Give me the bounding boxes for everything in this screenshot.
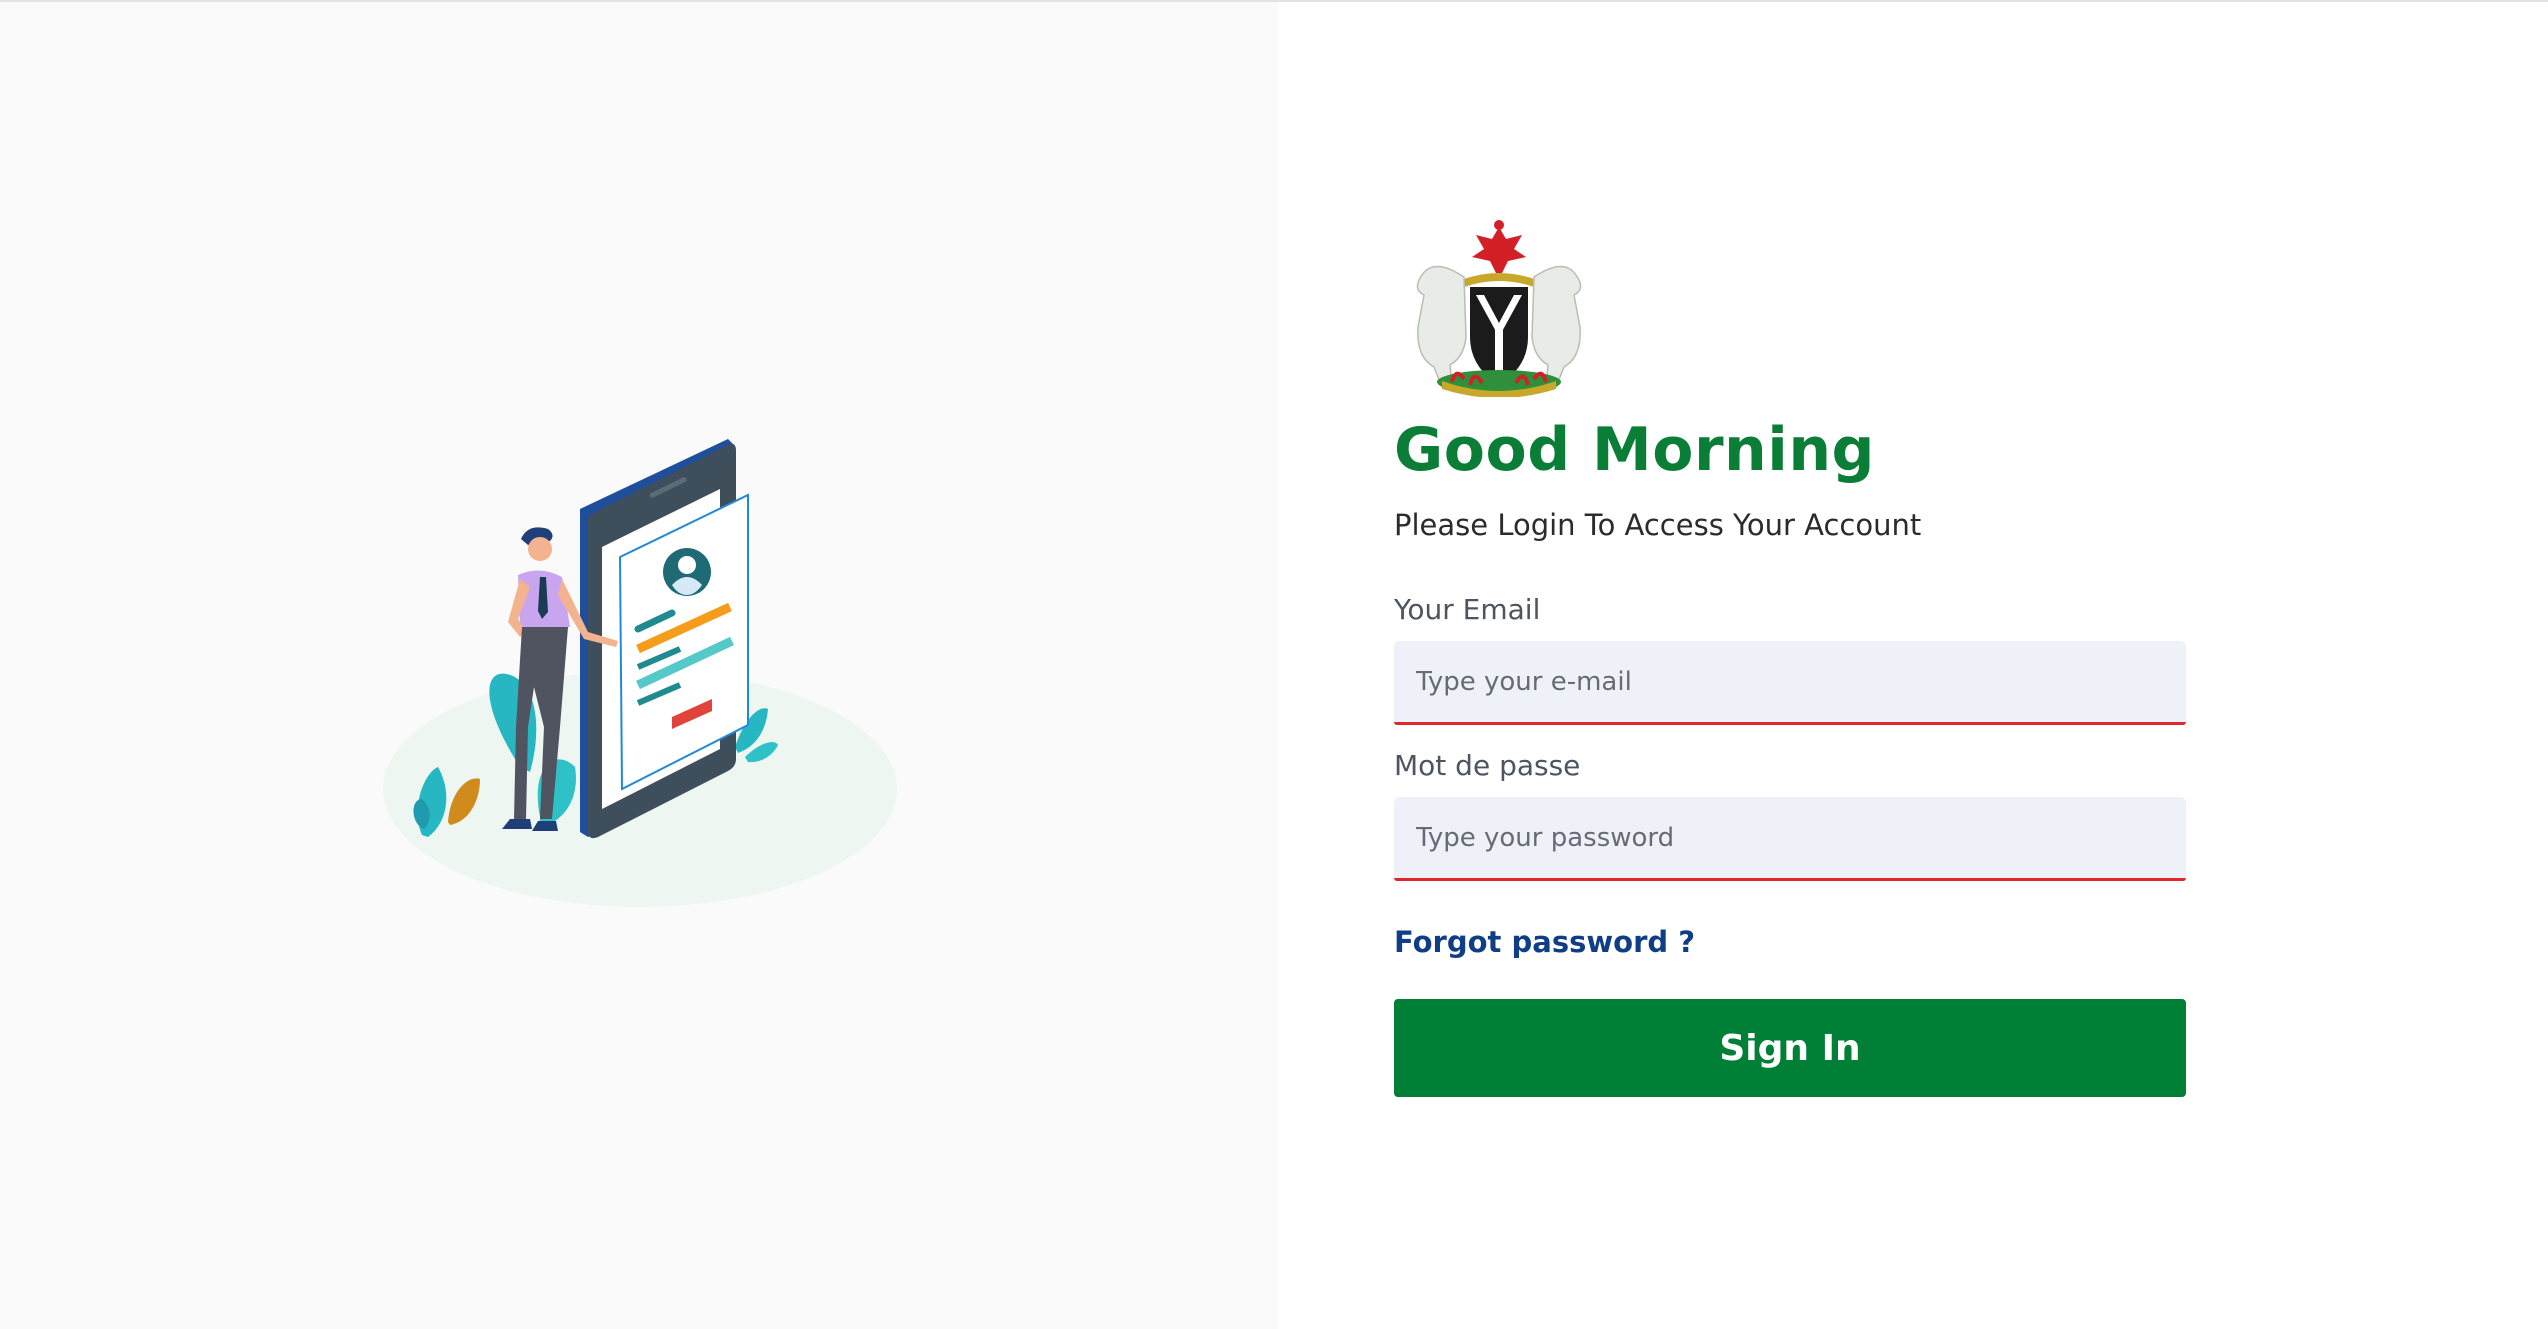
login-panel: Good Morning Please Login To Access Your…	[1278, 2, 2548, 1329]
email-field[interactable]	[1394, 641, 2186, 725]
login-form: Good Morning Please Login To Access Your…	[1394, 217, 2186, 1097]
person-head	[528, 537, 552, 561]
email-label: Your Email	[1394, 593, 1541, 626]
phone-profile-illustration	[383, 439, 897, 907]
nigeria-coat-of-arms-icon	[1416, 220, 1582, 397]
avatar-head	[678, 556, 696, 574]
forgot-password-link[interactable]: Forgot password ?	[1394, 925, 1695, 959]
password-label: Mot de passe	[1394, 749, 1581, 782]
sign-in-button[interactable]: Sign In	[1394, 999, 2186, 1097]
login-subtitle: Please Login To Access Your Account	[1394, 508, 1922, 542]
greeting-title: Good Morning	[1394, 415, 1875, 485]
illustration-panel	[0, 2, 1278, 1329]
password-field[interactable]	[1394, 797, 2186, 881]
login-page: Good Morning Please Login To Access Your…	[0, 0, 2548, 1329]
